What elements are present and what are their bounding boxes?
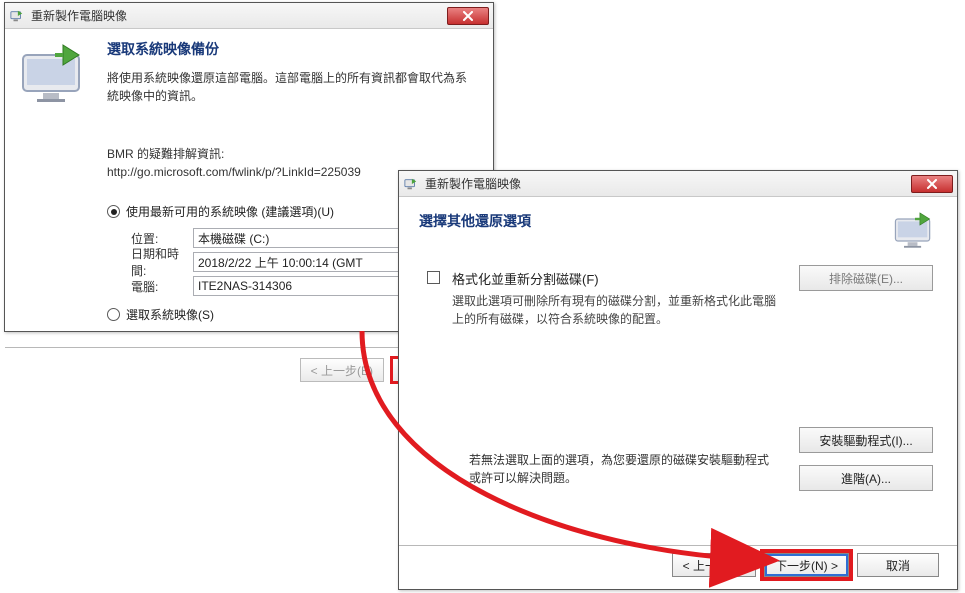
cancel-button[interactable]: 取消 [857,553,939,577]
format-option-title: 格式化並重新分割磁碟(F) [452,269,782,288]
window-title: 重新製作電腦映像 [425,175,521,192]
page-description: 將使用系統映像還原這部電腦。這部電腦上的所有資訊都會取代為系統映像中的資訊。 [107,69,477,105]
format-option-description: 選取此選項可刪除所有現有的磁碟分割，並重新格式化此電腦上的所有磁碟，以符合系統映… [452,292,782,328]
advanced-button[interactable]: 進階(A)... [799,465,933,491]
titlebar[interactable]: 重新製作電腦映像 [5,3,493,29]
close-button[interactable] [911,175,953,193]
page-heading: 選取系統映像備份 [107,39,477,59]
app-icon [9,8,25,24]
wizard-icon [893,211,937,249]
page-heading: 選擇其他還原選項 [419,211,883,231]
radio-icon [107,308,120,321]
checkbox-icon[interactable] [427,271,440,284]
dialog-other-restore-options: 重新製作電腦映像 選擇其他還原選項 格式化並重新分割磁碟(F) 選取此選 [398,170,958,590]
back-button[interactable]: < 上一步(B) [672,553,756,577]
radio-icon [107,205,120,218]
close-button[interactable] [447,7,489,25]
driver-hint-text: 若無法選取上面的選項，為您要還原的磁碟安裝驅動程式或許可以解決問題。 [469,451,777,487]
radio-use-latest-label: 使用最新可用的系統映像 (建議選項)(U) [126,203,334,220]
window-title: 重新製作電腦映像 [31,7,127,24]
titlebar[interactable]: 重新製作電腦映像 [399,171,957,197]
install-driver-button[interactable]: 安裝驅動程式(I)... [799,427,933,453]
datetime-label: 日期和時間: [107,245,193,279]
wizard-icon [19,43,91,103]
radio-select-image-label: 選取系統映像(S) [126,306,214,323]
wizard-button-row: < 上一步(B) 下一步(N) > 取消 [672,553,939,577]
back-button: < 上一步(B) [300,358,384,382]
exclude-disks-button: 排除磁碟(E)... [799,265,933,291]
bmr-label: BMR 的疑難排解資訊: [107,145,477,163]
app-icon [403,176,419,192]
computer-label: 電腦: [107,278,193,295]
next-button[interactable]: 下一步(N) > [764,553,849,577]
location-label: 位置: [107,230,193,247]
